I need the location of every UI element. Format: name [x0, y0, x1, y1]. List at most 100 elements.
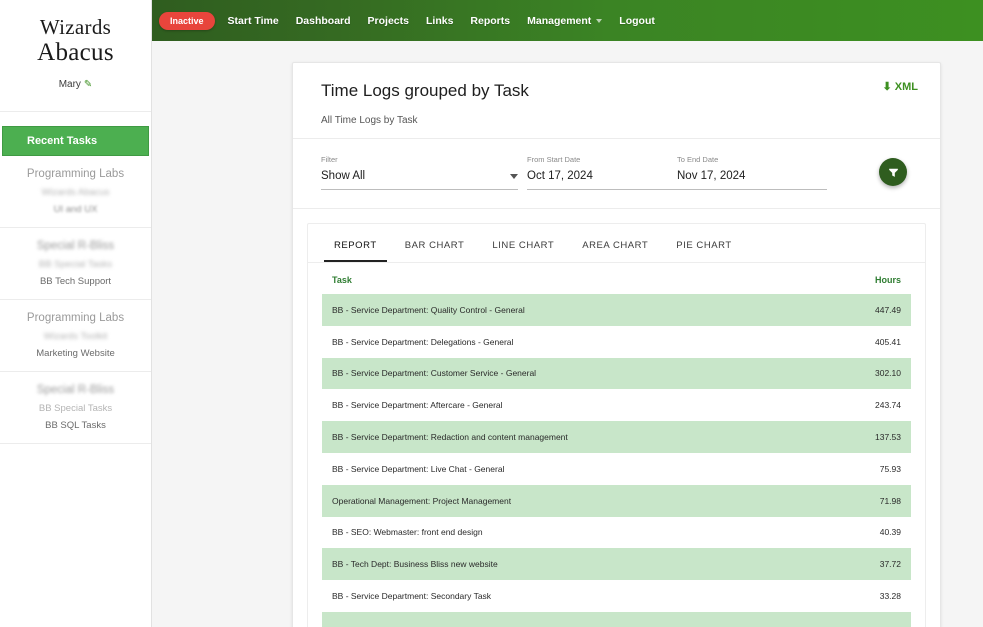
- table-cell-hours: 33.28: [879, 591, 901, 602]
- table-cell-hours: 302.10: [875, 368, 901, 379]
- recent-task-name[interactable]: BB Tech Support: [6, 276, 145, 287]
- nav-item-projects[interactable]: Projects: [368, 15, 409, 27]
- table-row[interactable]: BB - Service Department: Secondary Task 3…: [322, 580, 911, 612]
- table-cell-task: BB - Tech Dept: Business Bliss new websi…: [332, 559, 498, 570]
- recent-task-project: Programming Labs: [26, 168, 125, 180]
- chevron-down-icon: [596, 18, 603, 23]
- recent-task-name[interactable]: UI and UX: [6, 204, 145, 215]
- filter-select-value: Show All: [321, 170, 366, 182]
- recent-task-group[interactable]: Special R-Bliss BB Special Tasks BB SQL Ta…: [0, 372, 151, 444]
- table-cell-task: BB - Service Department: Live Chat - Gen…: [332, 463, 505, 474]
- table-cell-task: BB - Service Department: Delegations - G…: [332, 336, 514, 347]
- recent-task-subproject: BB Special Tasks: [38, 403, 113, 414]
- recent-task-subproject: BB Special Tasks: [38, 259, 113, 270]
- apply-filter-button[interactable]: [879, 158, 907, 186]
- nav-items: Start Time Dashboard Projects Links Reports M…: [228, 15, 672, 27]
- from-start-date-value: Oct 17, 2024: [527, 170, 677, 190]
- filter-select-value-wrap: Show All: [321, 170, 518, 190]
- to-end-date-label: To End Date: [677, 155, 719, 164]
- column-header-task[interactable]: Task: [332, 275, 352, 285]
- table-cell-hours: 137.53: [875, 432, 901, 443]
- table-cell-hours: 405.41: [875, 336, 901, 347]
- table-cell-task: BB - SEO: Webmaster: front end design: [332, 527, 483, 538]
- table-cell-task: BB - Service Department: Secondary Task: [332, 591, 492, 602]
- tab-bar-chart[interactable]: BAR CHART: [395, 234, 475, 262]
- tab-report[interactable]: REPORT: [324, 234, 387, 262]
- table-cell-hours: 71.98: [879, 495, 901, 506]
- nav-item-dashboard[interactable]: Dashboard: [296, 15, 351, 27]
- column-header-hours[interactable]: Hours: [875, 275, 901, 285]
- recent-task-project: Special R-Bliss: [36, 384, 115, 396]
- tab-area-chart[interactable]: AREA CHART: [572, 234, 658, 262]
- table-cell-hours: 37.72: [879, 559, 901, 570]
- table-row[interactable]: Operational Management: Project Manageme…: [322, 484, 911, 517]
- recent-tasks-list: Programming Labs Wizards Abacus UI and UX S…: [0, 156, 151, 444]
- recent-task-group[interactable]: Programming Labs Wizards Toolkit Marketing…: [0, 300, 151, 372]
- from-start-date-field[interactable]: From Start Date Oct 17, 2024: [527, 155, 677, 190]
- sidebar: Wizards Abacus Mary ✎ Recent Tasks Progra…: [0, 0, 152, 627]
- table-row[interactable]: BB - Service Department: Redaction and c…: [322, 421, 911, 453]
- filter-select[interactable]: Filter Show All: [321, 155, 518, 190]
- table-body: BB - Service Department: Quality Control…: [322, 294, 911, 612]
- table-cell-task: Operational Management: Project Manageme…: [332, 495, 512, 506]
- chevron-down-icon: [510, 173, 518, 179]
- app-root: Wizards Abacus Mary ✎ Recent Tasks Progra…: [0, 0, 983, 627]
- recent-task-project: Special R-Bliss: [36, 240, 115, 252]
- filter-funnel-icon: [888, 168, 898, 177]
- recent-task-subproject: Wizards Abacus: [41, 187, 110, 198]
- table-cell-task: BB - Service Department: Customer Servic…: [332, 368, 537, 379]
- table-row[interactable]: BB - Service Department: Live Chat - Gen…: [322, 453, 911, 485]
- table-cell-hours: 447.49: [875, 304, 901, 315]
- table-cell-hours: 243.74: [875, 400, 901, 411]
- brand-name-line2: Abacus: [37, 39, 114, 67]
- table-row[interactable]: BB - SEO: Webmaster: front end design 40.…: [322, 517, 911, 549]
- download-icon: ⬇: [882, 80, 892, 93]
- tab-bar: REPORT BAR CHART LINE CHART AREA CHART PIE C…: [308, 224, 925, 263]
- table-row-partial: [322, 611, 911, 627]
- table-row[interactable]: BB - Service Department: Quality Control…: [322, 294, 911, 326]
- to-end-date-field[interactable]: To End Date Nov 17, 2024: [677, 155, 827, 190]
- export-xml-link[interactable]: ⬇ XML: [883, 81, 918, 93]
- recent-task-subproject: Wizards Toolkit: [43, 331, 108, 342]
- table-cell-task: BB - Service Department: Quality Control…: [332, 304, 525, 315]
- main-content: Time Logs grouped by Task ⬇ XML All Time…: [152, 41, 983, 627]
- pencil-icon[interactable]: ✎: [84, 79, 92, 90]
- recent-task-project: Programming Labs: [26, 312, 125, 324]
- nav-item-links[interactable]: Links: [426, 15, 453, 27]
- recent-tasks-header: Recent Tasks: [2, 126, 149, 156]
- report-tabs-panel: REPORT BAR CHART LINE CHART AREA CHART PIE C…: [307, 223, 926, 627]
- table-cell-hours: 75.93: [879, 463, 901, 474]
- filter-bar: Filter Show All From Start Date Oct 17, …: [293, 139, 940, 209]
- table-row[interactable]: BB - Service Department: Delegations - G…: [322, 326, 911, 358]
- table-cell-task: BB - Service Department: Aftercare - Gen…: [332, 400, 503, 411]
- table-row[interactable]: BB - Service Department: Customer Servic…: [322, 357, 911, 390]
- recent-task-group[interactable]: Special R-Bliss BB Special Tasks BB Tech S…: [0, 228, 151, 300]
- table-row[interactable]: BB - Service Department: Aftercare - Gen…: [322, 389, 911, 421]
- table-row[interactable]: BB - Tech Dept: Business Bliss new websi…: [322, 548, 911, 581]
- tab-pie-chart[interactable]: PIE CHART: [666, 234, 741, 262]
- to-end-date-value: Nov 17, 2024: [677, 170, 827, 190]
- table-cell-hours: 40.39: [879, 527, 901, 538]
- current-user[interactable]: Mary ✎: [8, 79, 143, 90]
- card-subtitle: All Time Logs by Task: [293, 101, 940, 139]
- report-table: Task Hours BB - Service Department: Qual…: [308, 263, 925, 627]
- report-card: Time Logs grouped by Task ⬇ XML All Time…: [292, 62, 941, 627]
- current-user-label: Mary: [58, 78, 81, 90]
- nav-item-management[interactable]: Management: [527, 15, 603, 27]
- top-navbar: Inactive Start Time Dashboard Projects Link…: [152, 0, 983, 41]
- recent-task-group[interactable]: Programming Labs Wizards Abacus UI and UX: [0, 156, 151, 228]
- status-badge[interactable]: Inactive: [159, 11, 215, 30]
- export-xml-label: XML: [894, 81, 918, 93]
- brand-name-line1: Wizards: [39, 15, 112, 39]
- nav-item-reports[interactable]: Reports: [470, 15, 510, 27]
- nav-item-start-time[interactable]: Start Time: [228, 15, 279, 27]
- filter-select-label: Filter: [321, 155, 338, 164]
- table-header-row: Task Hours: [322, 263, 911, 294]
- recent-task-name[interactable]: BB SQL Tasks: [6, 420, 145, 431]
- from-start-date-label: From Start Date: [527, 155, 581, 164]
- tab-line-chart[interactable]: LINE CHART: [482, 234, 564, 262]
- nav-item-logout[interactable]: Logout: [619, 15, 655, 27]
- card-header: Time Logs grouped by Task ⬇ XML: [293, 63, 940, 101]
- table-cell-task: BB - Service Department: Redaction and c…: [332, 432, 568, 443]
- recent-task-name[interactable]: Marketing Website: [6, 348, 145, 359]
